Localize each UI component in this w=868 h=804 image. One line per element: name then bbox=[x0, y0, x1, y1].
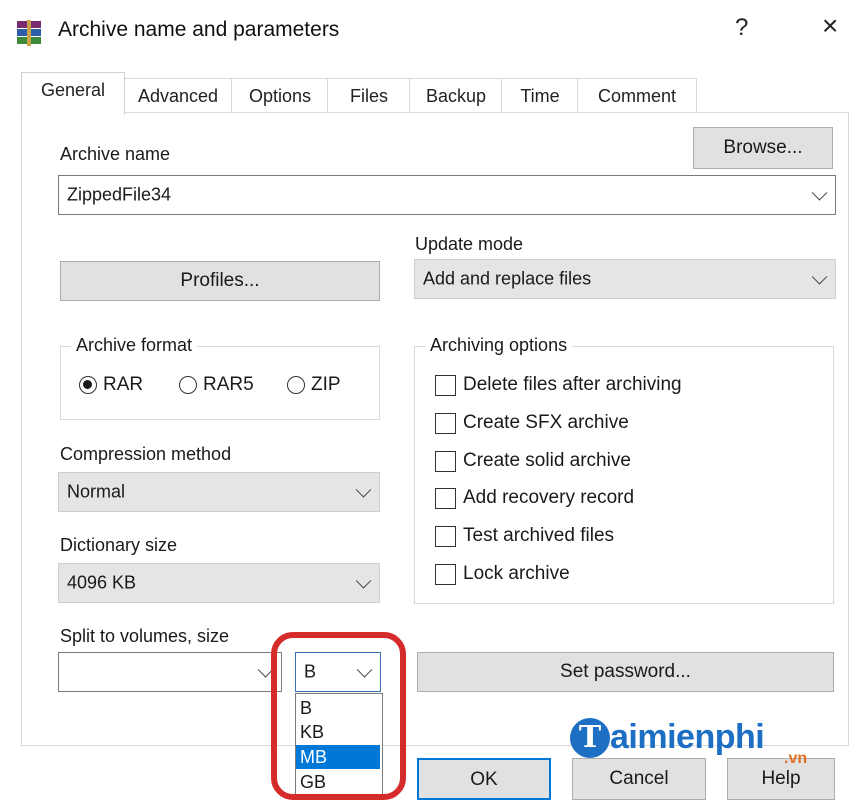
compression-method-label: Compression method bbox=[60, 444, 232, 464]
close-button[interactable]: × bbox=[822, 10, 838, 42]
cancel-button[interactable]: Cancel bbox=[572, 758, 706, 800]
archiving-options-group: Archiving options Delete files after arc… bbox=[414, 335, 834, 604]
unit-option-b[interactable]: B bbox=[296, 696, 380, 720]
dictionary-size-value: 4096 KB bbox=[67, 572, 137, 593]
unit-option-gb[interactable]: GB bbox=[296, 770, 380, 794]
chevron-down-icon bbox=[355, 573, 372, 589]
compression-method-value: Normal bbox=[67, 481, 126, 502]
tab-general[interactable]: General bbox=[21, 72, 125, 115]
set-password-button[interactable]: Set password... bbox=[417, 652, 834, 692]
test-archived-label: Test archived files bbox=[463, 525, 615, 546]
chevron-down-icon bbox=[356, 662, 373, 678]
unit-option-mb[interactable]: MB bbox=[296, 745, 380, 769]
radio-rar5[interactable] bbox=[179, 376, 197, 394]
tab-time[interactable]: Time bbox=[501, 78, 579, 113]
tab-options[interactable]: Options bbox=[231, 78, 329, 113]
radio-zip-label: ZIP bbox=[311, 374, 341, 395]
unit-option-kb[interactable]: KB bbox=[296, 720, 380, 744]
dictionary-size-select[interactable]: 4096 KB bbox=[58, 563, 380, 603]
radio-zip[interactable] bbox=[287, 376, 305, 394]
checkbox-create-solid[interactable] bbox=[435, 451, 456, 472]
compression-method-select[interactable]: Normal bbox=[58, 472, 380, 512]
checkbox-delete-files[interactable] bbox=[435, 375, 456, 396]
winrar-icon bbox=[17, 20, 41, 46]
title-bar: Archive name and parameters ? × bbox=[0, 0, 868, 64]
radio-rar[interactable] bbox=[79, 376, 97, 394]
window-title: Archive name and parameters bbox=[58, 18, 340, 41]
recovery-record-label: Add recovery record bbox=[463, 487, 635, 508]
update-mode-value: Add and replace files bbox=[423, 268, 592, 289]
watermark-text: aimienphi bbox=[610, 718, 765, 756]
tab-comment[interactable]: Comment bbox=[577, 78, 697, 113]
checkbox-create-sfx[interactable] bbox=[435, 413, 456, 434]
create-solid-label: Create solid archive bbox=[463, 450, 631, 471]
archive-format-title: Archive format bbox=[71, 335, 198, 356]
tab-advanced[interactable]: Advanced bbox=[123, 78, 233, 113]
profiles-button[interactable]: Profiles... bbox=[60, 261, 380, 301]
chevron-down-icon bbox=[811, 269, 828, 285]
chevron-down-icon bbox=[811, 185, 828, 201]
radio-rar5-label: RAR5 bbox=[203, 374, 254, 395]
radio-rar-label: RAR bbox=[103, 374, 144, 395]
archive-name-combo[interactable]: ZippedFile34 bbox=[58, 175, 836, 215]
delete-files-label: Delete files after archiving bbox=[463, 374, 682, 395]
split-size-input[interactable] bbox=[58, 652, 282, 692]
help-button[interactable]: Help bbox=[727, 758, 835, 800]
split-unit-value: B bbox=[304, 661, 317, 682]
checkbox-recovery-record[interactable] bbox=[435, 488, 456, 509]
tab-files[interactable]: Files bbox=[327, 78, 411, 113]
archive-name-label: Archive name bbox=[60, 144, 171, 164]
archive-name-value: ZippedFile34 bbox=[67, 184, 172, 205]
dictionary-size-label: Dictionary size bbox=[60, 535, 178, 555]
create-sfx-label: Create SFX archive bbox=[463, 412, 629, 433]
archive-format-group: Archive format RAR RAR5 ZIP bbox=[60, 335, 380, 420]
update-mode-label: Update mode bbox=[415, 234, 524, 254]
chevron-down-icon bbox=[355, 482, 372, 498]
watermark-domain: .vn bbox=[784, 750, 808, 767]
split-unit-select[interactable]: B bbox=[295, 652, 381, 692]
help-title-button[interactable]: ? bbox=[735, 14, 748, 42]
split-volumes-label: Split to volumes, size bbox=[60, 626, 230, 646]
update-mode-select[interactable]: Add and replace files bbox=[414, 259, 836, 299]
unit-dropdown-list: B KB MB GB bbox=[295, 693, 383, 799]
checkbox-test-archived[interactable] bbox=[435, 526, 456, 547]
chevron-down-icon bbox=[257, 662, 274, 678]
archiving-options-title: Archiving options bbox=[425, 335, 573, 356]
ok-button[interactable]: OK bbox=[417, 758, 551, 800]
lock-archive-label: Lock archive bbox=[463, 563, 570, 584]
watermark-logo-icon: T bbox=[570, 718, 610, 758]
checkbox-lock-archive[interactable] bbox=[435, 564, 456, 585]
browse-button[interactable]: Browse... bbox=[693, 127, 833, 169]
tab-backup[interactable]: Backup bbox=[409, 78, 503, 113]
